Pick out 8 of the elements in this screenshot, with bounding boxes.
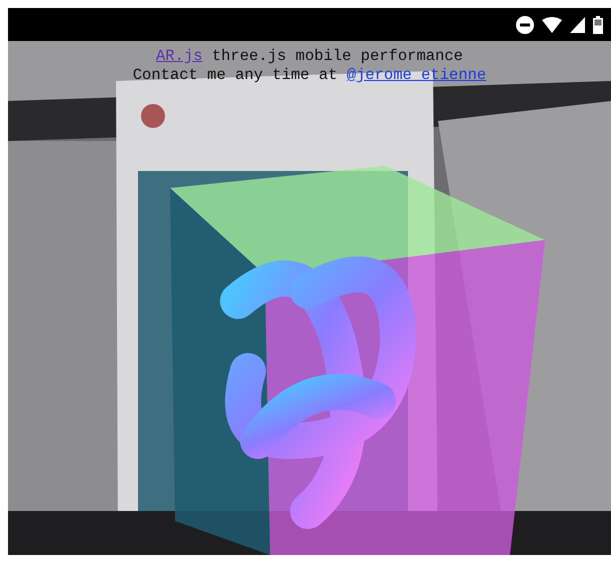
wifi-icon — [542, 16, 562, 32]
contact-text: Contact me any time at — [132, 66, 338, 84]
battery-icon — [593, 16, 603, 34]
signal-icon — [570, 16, 585, 32]
ar-js-link[interactable]: AR.js — [156, 47, 203, 65]
do-not-disturb-icon — [516, 16, 534, 34]
title-text: three.js mobile performance — [212, 47, 463, 65]
contact-link[interactable]: @jerome_etienne — [346, 66, 486, 84]
